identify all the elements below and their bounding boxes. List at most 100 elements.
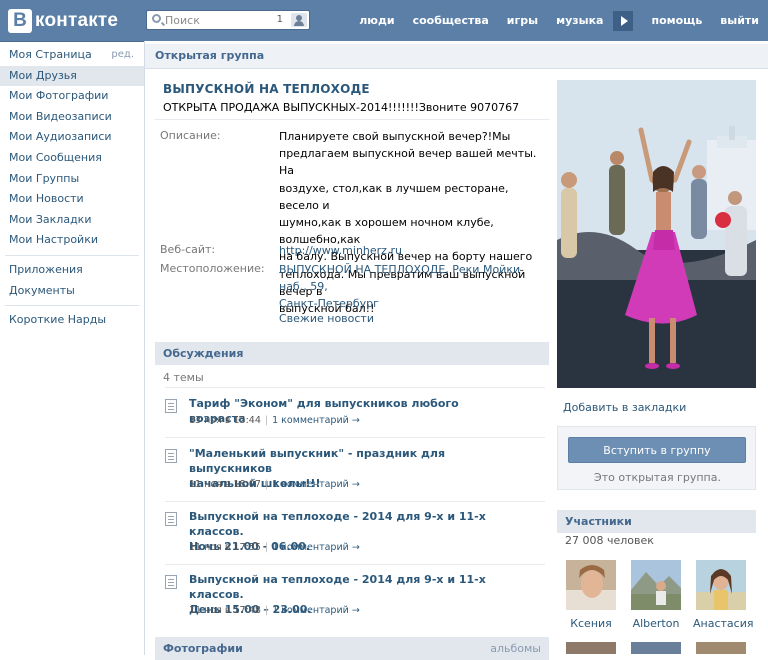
sidebar-item-photos[interactable]: Мои Фотографии [0, 86, 144, 107]
sidebar-item-label: Документы [9, 283, 75, 297]
nav-logout[interactable]: выйти [711, 0, 768, 41]
description-line: Планируете свой выпускной вечер?!Мы [279, 130, 511, 143]
member-card[interactable]: Ксения [563, 560, 619, 630]
add-to-bookmarks-link[interactable]: Добавить в закладки [563, 401, 686, 414]
nav-communities[interactable]: сообщества [404, 0, 498, 41]
topic-meta: 11 ноя в 17:55 | 1 комментарий → [189, 542, 360, 553]
sidebar-item-groups[interactable]: Мои Группы [0, 169, 144, 190]
avatar[interactable] [696, 642, 746, 654]
nav-music[interactable]: музыка [547, 0, 612, 41]
latest-news-link[interactable]: Свежие новости [279, 312, 374, 325]
member-name[interactable]: Ксения [563, 617, 619, 630]
member-name[interactable]: Анастасия [693, 617, 753, 630]
search-count: 1 [276, 14, 283, 25]
nav-people[interactable]: люди [350, 0, 403, 41]
left-sidebar: Моя Страница ред. Мои Друзья Мои Фотогра… [0, 45, 144, 331]
avatar[interactable] [631, 560, 681, 610]
topic-comments-link[interactable]: 1 комментарий → [272, 605, 360, 616]
website-value: http://www.minherz.ru [279, 242, 402, 259]
group-photo[interactable] [557, 80, 756, 388]
topic-comments-link[interactable]: 1 комментарий → [272, 479, 360, 490]
nav-games[interactable]: игры [498, 0, 547, 41]
avatar[interactable] [566, 642, 616, 654]
avatar-image [566, 642, 616, 654]
members-count: 27 008 человек [565, 534, 654, 547]
sidebar-item-label: Мои Новости [9, 192, 84, 206]
avatar-image [696, 560, 746, 610]
discussions-title: Обсуждения [163, 347, 244, 360]
sidebar-item-apps[interactable]: Приложения [0, 260, 144, 281]
divider [165, 501, 545, 502]
sidebar-item-label: Мои Друзья [9, 68, 77, 82]
divider [155, 119, 549, 120]
member-name[interactable]: Alberton [628, 617, 684, 630]
sidebar-item-audio[interactable]: Мои Аудиозаписи [0, 127, 144, 148]
avatar-image [631, 560, 681, 610]
discussions-header[interactable]: Обсуждения [155, 342, 549, 365]
search-input[interactable] [165, 13, 275, 27]
join-box: Вступить в группу Это открытая группа. [557, 426, 756, 490]
sidebar-item-label: Мои Аудиозаписи [9, 130, 112, 144]
description-line: предлагаем выпускной вечер вашей мечты. … [279, 147, 537, 178]
divider [165, 387, 545, 388]
members-header[interactable]: Участники [557, 510, 756, 533]
sidebar-item-label: Мои Закладки [9, 212, 92, 226]
divider [165, 564, 545, 565]
person-icon[interactable] [291, 13, 307, 27]
avatar-image [696, 642, 746, 654]
logo-letter: В [8, 9, 32, 33]
edit-link[interactable]: ред. [111, 45, 134, 66]
vk-logo[interactable]: В контакте [8, 8, 118, 34]
website-link[interactable]: http://www.minherz.ru [279, 244, 402, 257]
document-icon [165, 399, 177, 413]
website-label: Веб-сайт: [160, 243, 216, 256]
document-icon [165, 575, 177, 589]
document-icon [165, 449, 177, 463]
albums-link[interactable]: альбомы [490, 642, 541, 655]
topic-date: 11 ноя в 18:07 [189, 479, 261, 490]
description-label: Описание: [160, 129, 221, 142]
sidebar-item-label: Приложения [9, 262, 83, 276]
group-photo-image [557, 80, 756, 388]
group-status: ОТКРЫТА ПРОДАЖА ВЫПУСКНЫХ-2014!!!!!!!Зво… [163, 101, 520, 114]
sidebar-item-short-nardy[interactable]: Короткие Нарды [0, 310, 144, 331]
topic-meta: 13 ноя в 15:44 | 1 комментарий → [189, 415, 360, 426]
nav-help[interactable]: помощь [642, 0, 711, 41]
topic-comments-link[interactable]: 1 комментарий → [272, 542, 360, 553]
avatar-image [566, 560, 616, 610]
topic-comments-link[interactable]: 1 комментарий → [272, 415, 360, 426]
group-name: ВЫПУСКНОЙ НА ТЕПЛОХОДЕ [163, 82, 370, 96]
description-line: воздухе, стол,как в лучшем ресторане, ве… [279, 181, 509, 212]
avatar[interactable] [696, 560, 746, 610]
sidebar-item-settings[interactable]: Мои Настройки [0, 230, 144, 251]
join-group-button[interactable]: Вступить в группу [568, 437, 746, 463]
avatar[interactable] [566, 560, 616, 610]
page-title: Открытая группа [155, 49, 265, 62]
topic-date: 11 ноя в 17:48 [189, 605, 261, 616]
sidebar-item-my-page[interactable]: Моя Страница ред. [0, 45, 144, 66]
topic-title-line: Выпускной на теплоходе - 2014 для 9-х и … [189, 510, 486, 538]
location-city-link[interactable]: Санкт-Петербург [279, 297, 379, 310]
location-value: ВЫПУСКНОЙ НА ТЕПЛОХОДЕ, Реки Мойки наб.,… [279, 261, 549, 313]
sidebar-item-videos[interactable]: Мои Видеозаписи [0, 107, 144, 128]
sidebar-item-documents[interactable]: Документы [0, 281, 144, 302]
location-link[interactable]: ВЫПУСКНОЙ НА ТЕПЛОХОДЕ, Реки Мойки наб.,… [279, 263, 520, 293]
sidebar-item-label: Моя Страница [9, 48, 92, 61]
member-card[interactable]: Alberton [628, 560, 684, 630]
photos-title: Фотографии [163, 642, 243, 655]
sidebar-item-bookmarks[interactable]: Мои Закладки [0, 210, 144, 231]
member-card[interactable]: Анастасия [693, 560, 753, 630]
avatar[interactable] [631, 642, 681, 654]
sidebar-item-messages[interactable]: Мои Сообщения [0, 148, 144, 169]
avatar-image [631, 642, 681, 654]
divider [165, 437, 545, 438]
page-title-bar: Открытая группа [145, 44, 768, 69]
sidebar-item-news[interactable]: Мои Новости [0, 189, 144, 210]
play-icon[interactable] [613, 10, 634, 31]
search-box[interactable]: 1 [146, 10, 310, 30]
topic-meta: 11 ноя в 18:07 | 1 комментарий → [189, 479, 360, 490]
photos-header[interactable]: Фотографии альбомы [155, 637, 549, 660]
sidebar-item-label: Короткие Нарды [9, 313, 107, 327]
sidebar-item-friends[interactable]: Мои Друзья [0, 65, 144, 87]
sidebar-divider [5, 254, 139, 256]
